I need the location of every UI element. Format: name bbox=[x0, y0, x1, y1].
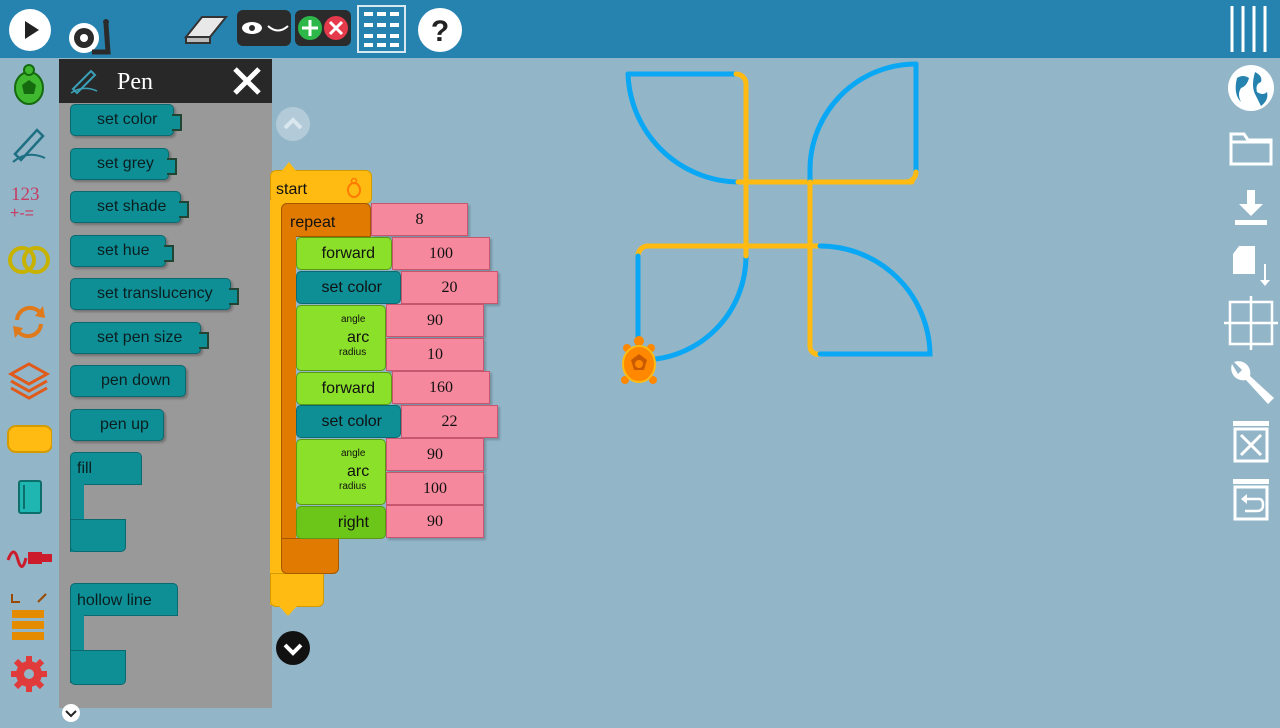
palette-block-fill[interactable]: fill bbox=[70, 452, 142, 556]
turtle-palette-icon[interactable] bbox=[6, 64, 52, 106]
forward-label: forward bbox=[321, 245, 375, 262]
block-label: set grey bbox=[97, 155, 154, 172]
block-label: set shade bbox=[97, 198, 167, 215]
pen-palette-header-icon bbox=[69, 67, 99, 100]
coordinate-grid-icon[interactable] bbox=[1224, 296, 1278, 350]
delete-trash-icon[interactable] bbox=[1224, 414, 1278, 468]
block-label: hollow line bbox=[77, 592, 152, 609]
extras-palette-icon[interactable] bbox=[6, 654, 52, 694]
palette-selector: 123 +-= bbox=[0, 58, 58, 727]
restore-trash-icon[interactable] bbox=[1224, 472, 1278, 526]
right-value-input[interactable]: 90 bbox=[386, 505, 484, 538]
main-toolbar: ? bbox=[0, 0, 1280, 58]
palette-block-set-hue[interactable]: set hue bbox=[70, 235, 174, 267]
right-block[interactable]: right bbox=[296, 506, 386, 539]
repeat-count-input[interactable]: 8 bbox=[371, 203, 468, 236]
set-color-value-input[interactable]: 22 bbox=[401, 405, 498, 438]
play-icon[interactable] bbox=[8, 8, 52, 52]
block-label: set pen size bbox=[97, 329, 183, 346]
palette-block-pen-down[interactable]: pen down bbox=[70, 365, 186, 397]
tools-wrench-icon[interactable] bbox=[1224, 354, 1278, 408]
arc-label: arc bbox=[347, 329, 370, 346]
palette-header: Pen bbox=[59, 59, 272, 103]
boxes-palette-icon[interactable] bbox=[6, 419, 52, 459]
pen-palette-icon[interactable] bbox=[6, 124, 52, 164]
palette-block-pen-up[interactable]: pen up bbox=[70, 409, 164, 441]
set-color-label: set color bbox=[321, 413, 382, 430]
palette-block-set-translucency[interactable]: set translucency bbox=[70, 278, 239, 310]
open-folder-icon[interactable] bbox=[1224, 121, 1278, 175]
arc-radius-input[interactable]: 100 bbox=[386, 472, 484, 505]
turtle-icon bbox=[345, 177, 363, 204]
repeat-label: repeat bbox=[290, 214, 336, 231]
repeat-block[interactable]: repeat bbox=[281, 203, 371, 237]
svg-text:?: ? bbox=[431, 15, 449, 48]
close-icon[interactable] bbox=[231, 65, 263, 102]
forward-block[interactable]: forward bbox=[296, 372, 392, 405]
arc-label: arc bbox=[347, 463, 370, 480]
action-palette-icon[interactable] bbox=[6, 360, 52, 400]
load-plugin-icon[interactable] bbox=[1224, 238, 1278, 292]
start-block-bottom-notch bbox=[279, 606, 297, 616]
slow-run-snail-icon[interactable] bbox=[62, 10, 114, 56]
arc-block[interactable]: angle arc radius bbox=[296, 305, 386, 371]
block-label: set hue bbox=[97, 242, 150, 259]
palette-title: Pen bbox=[117, 69, 153, 95]
start-block[interactable]: start bbox=[270, 170, 372, 204]
set-color-block[interactable]: set color bbox=[296, 405, 401, 438]
pen-palette: Pen set color set grey set shade set hue… bbox=[59, 59, 272, 708]
number-palette-icon[interactable]: 123 +-= bbox=[6, 182, 52, 222]
save-icon[interactable] bbox=[1224, 180, 1278, 234]
forward-label: forward bbox=[321, 380, 375, 397]
boolean-palette-icon[interactable] bbox=[6, 240, 52, 280]
scroll-down-icon[interactable] bbox=[276, 631, 310, 670]
forward-block[interactable]: forward bbox=[296, 237, 392, 270]
eraser-icon[interactable] bbox=[182, 11, 230, 47]
palette-block-set-pen-size[interactable]: set pen size bbox=[70, 322, 209, 354]
palette-block-set-color[interactable]: set color bbox=[70, 104, 182, 136]
palette-block-hollow-line[interactable]: hollow line bbox=[70, 583, 178, 687]
block-label: pen up bbox=[100, 416, 149, 433]
svg-text:123: 123 bbox=[11, 184, 40, 205]
block-label: pen down bbox=[101, 372, 171, 389]
svg-text:+-=: +-= bbox=[10, 205, 34, 222]
turtle-icon[interactable] bbox=[617, 334, 661, 397]
sensors-palette-icon[interactable] bbox=[6, 536, 52, 576]
start-label: start bbox=[276, 181, 308, 198]
arc-angle-label: angle bbox=[341, 448, 366, 459]
repeat-block-bottom bbox=[281, 538, 339, 574]
language-icon[interactable] bbox=[1224, 61, 1278, 115]
arc-radius-label: radius bbox=[339, 347, 367, 358]
arc-radius-label: radius bbox=[339, 481, 367, 492]
main-menu-icon[interactable] bbox=[1228, 4, 1272, 54]
arc-angle-input[interactable]: 90 bbox=[386, 304, 484, 337]
palette-block-set-shade[interactable]: set shade bbox=[70, 191, 189, 223]
arc-block[interactable]: angle arc radius bbox=[296, 439, 386, 505]
set-color-block[interactable]: set color bbox=[296, 271, 401, 304]
palette-scroll-down-icon[interactable] bbox=[61, 703, 81, 728]
hide-show-blocks-icon[interactable] bbox=[237, 10, 291, 46]
scroll-up-icon[interactable] bbox=[276, 107, 310, 146]
help-icon[interactable]: ? bbox=[417, 7, 463, 53]
arc-angle-label: angle bbox=[341, 314, 366, 325]
block-label: fill bbox=[77, 460, 93, 477]
palette-block-set-grey[interactable]: set grey bbox=[70, 148, 177, 180]
grid-icon[interactable] bbox=[357, 5, 406, 53]
block-label: set translucency bbox=[97, 285, 213, 302]
arc-radius-input[interactable]: 10 bbox=[386, 338, 484, 371]
right-label: right bbox=[337, 514, 369, 531]
forward-value-input[interactable]: 160 bbox=[392, 371, 490, 404]
set-color-label: set color bbox=[321, 279, 382, 296]
flow-palette-icon[interactable] bbox=[6, 302, 52, 342]
start-block-top-notch bbox=[281, 162, 297, 172]
media-palette-icon[interactable] bbox=[6, 477, 52, 517]
set-color-value-input[interactable]: 20 bbox=[401, 271, 498, 304]
collapse-expand-icon[interactable] bbox=[295, 10, 351, 46]
repeat-block-arm bbox=[281, 236, 296, 541]
start-block-bottom bbox=[270, 573, 324, 607]
heap-palette-icon[interactable] bbox=[6, 592, 52, 642]
block-label: set color bbox=[97, 111, 158, 128]
forward-value-input[interactable]: 100 bbox=[392, 237, 490, 270]
arc-angle-input[interactable]: 90 bbox=[386, 438, 484, 471]
